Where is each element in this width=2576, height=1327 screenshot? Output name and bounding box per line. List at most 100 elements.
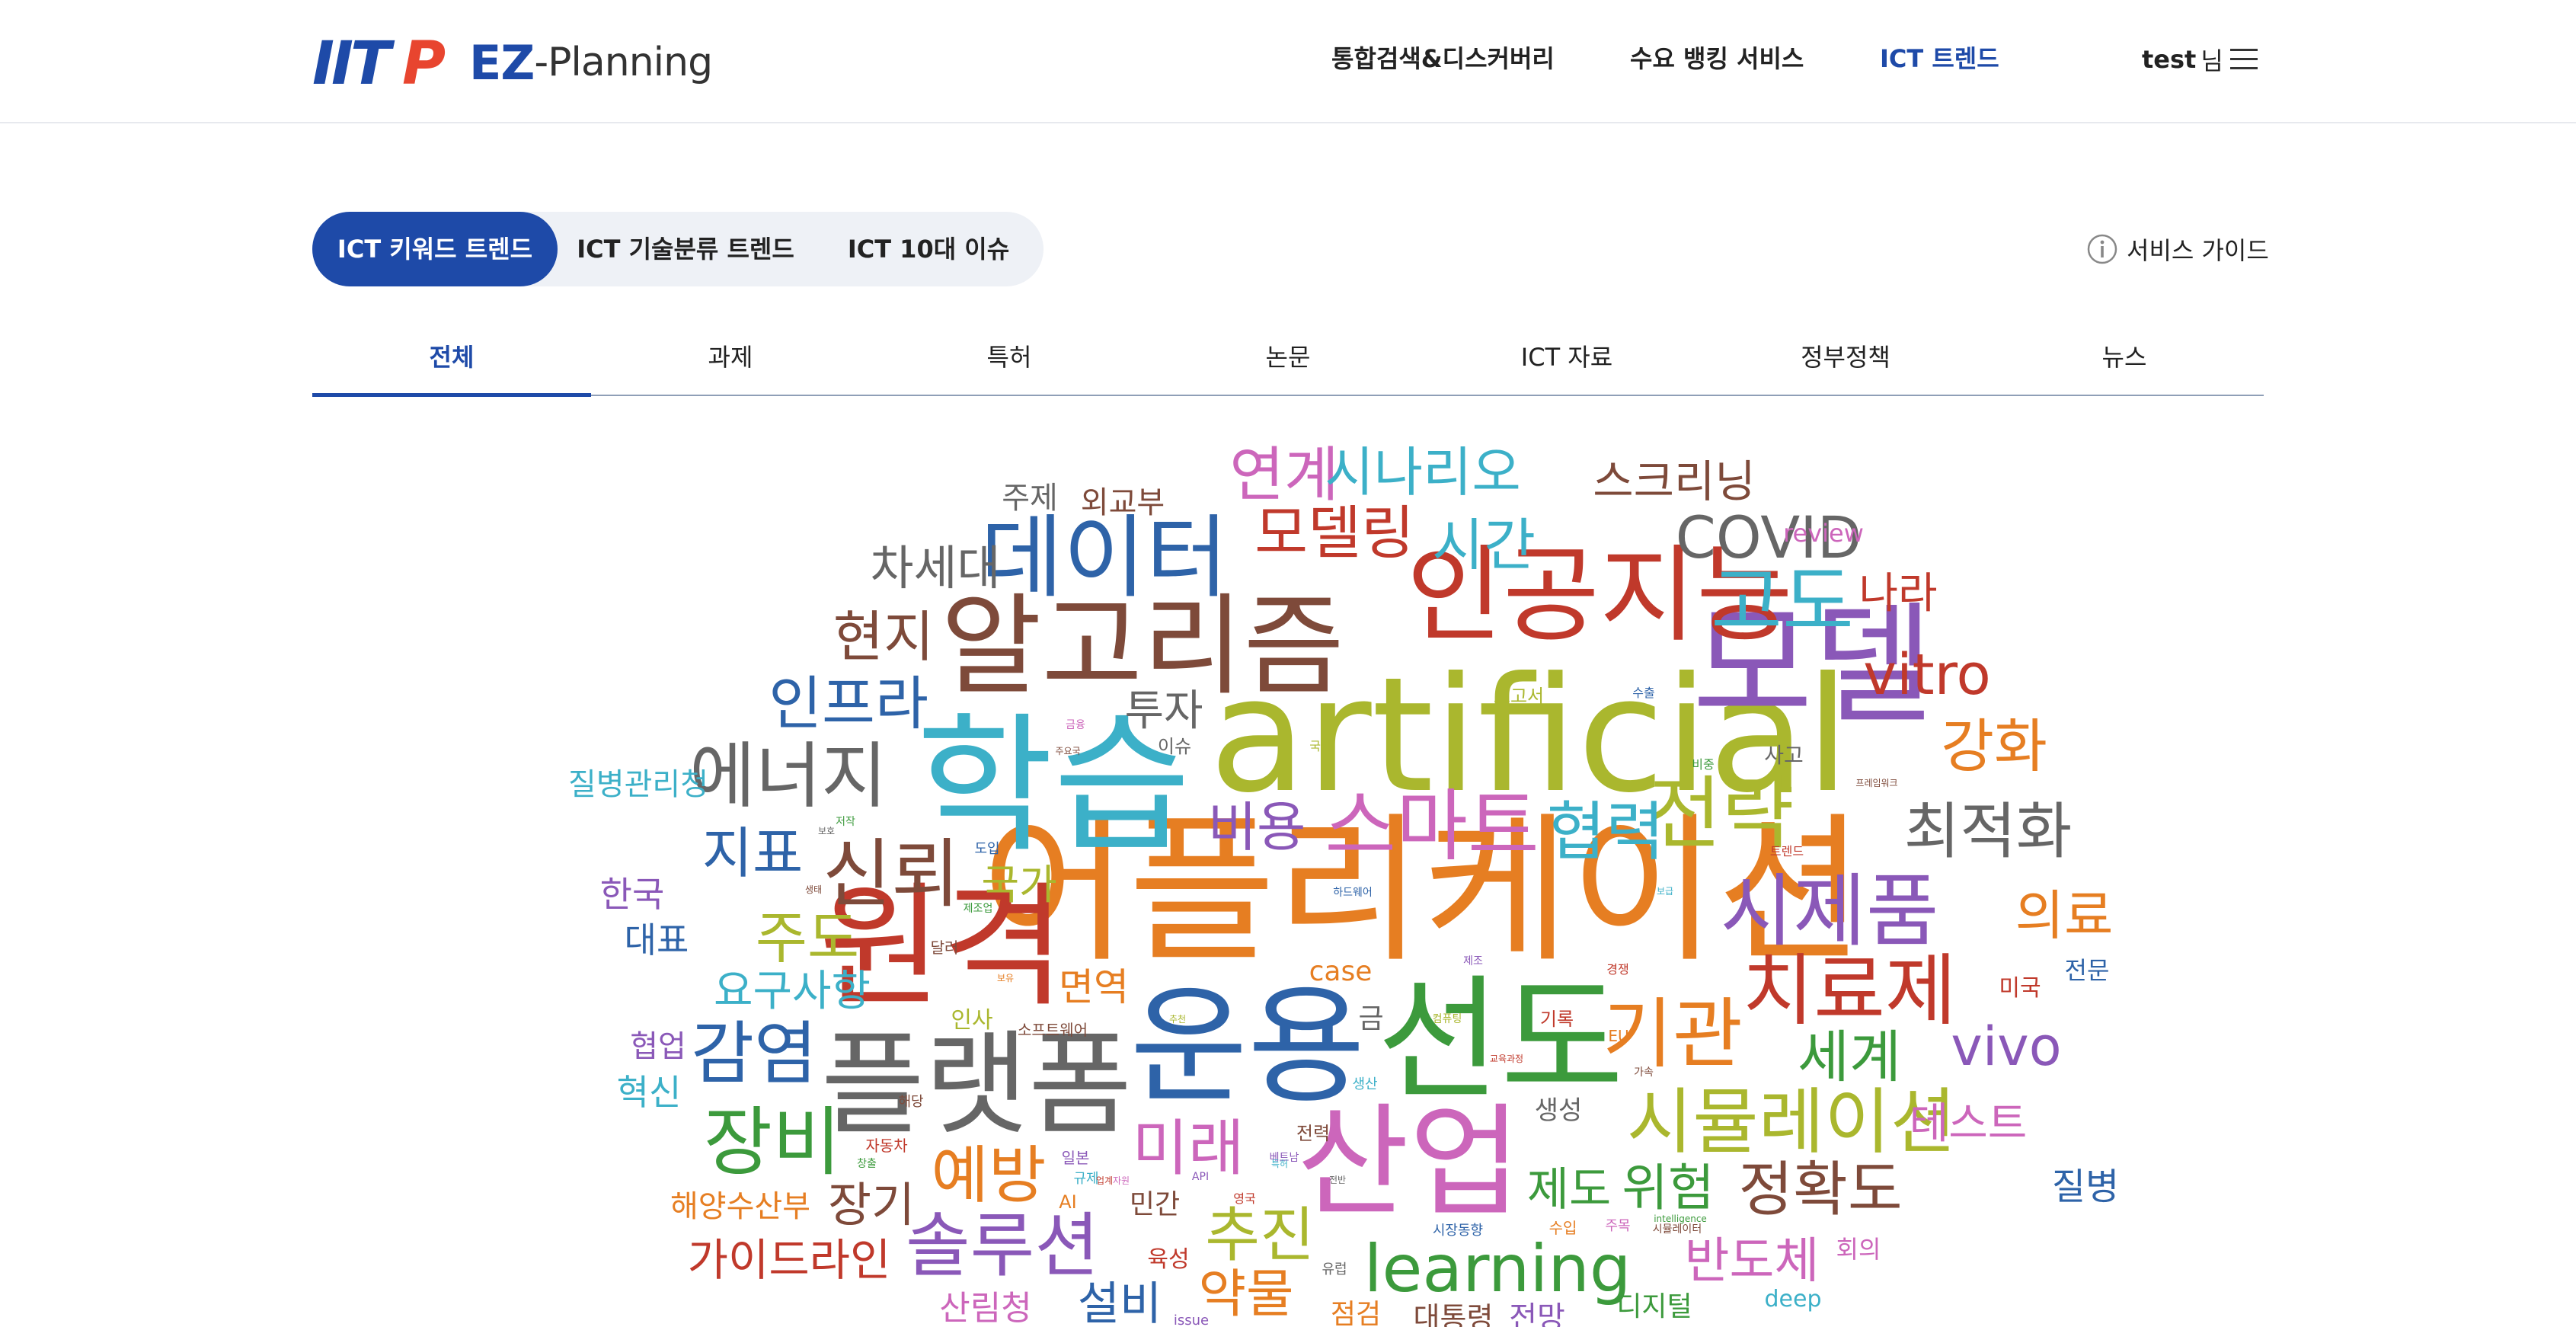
- tab-top10-issue[interactable]: ICT 10대 이슈: [813, 212, 1044, 286]
- keyword-word[interactable]: 고도: [1711, 564, 1854, 642]
- subtab-paper[interactable]: 논문: [1149, 328, 1427, 395]
- tab-tech-class-trend[interactable]: ICT 기술분류 트렌드: [558, 212, 813, 286]
- keyword-word[interactable]: 예방: [932, 1145, 1047, 1207]
- keyword-word[interactable]: 경쟁: [1606, 964, 1628, 976]
- nav-demand-banking[interactable]: 수요 뱅킹 서비스: [1630, 40, 1804, 79]
- keyword-word[interactable]: AI: [1059, 1193, 1077, 1211]
- keyword-word[interactable]: EU: [1608, 1028, 1628, 1044]
- keyword-word[interactable]: 감염: [691, 1020, 817, 1089]
- keyword-word[interactable]: 의료: [2015, 889, 2114, 942]
- keyword-word[interactable]: 차세대: [870, 545, 1000, 592]
- keyword-word[interactable]: 질병관리청: [568, 769, 708, 800]
- keyword-word[interactable]: 시제품: [1720, 871, 1938, 951]
- keyword-word[interactable]: 질병: [2052, 1169, 2119, 1205]
- keyword-word[interactable]: 업계: [1096, 1176, 1113, 1185]
- tab-keyword-trend[interactable]: ICT 키워드 트렌드: [312, 212, 558, 286]
- keyword-word[interactable]: deep: [1765, 1288, 1822, 1311]
- keyword-word[interactable]: 국가: [981, 865, 1056, 906]
- keyword-word[interactable]: 보고서: [1494, 687, 1544, 705]
- keyword-word[interactable]: 세계: [1798, 1029, 1901, 1086]
- keyword-word[interactable]: 달러: [931, 940, 959, 955]
- keyword-word[interactable]: 규제: [1073, 1172, 1098, 1186]
- keyword-word[interactable]: 투자: [1124, 690, 1203, 733]
- keyword-word[interactable]: 제조: [1463, 956, 1483, 967]
- keyword-word[interactable]: 비용: [1208, 801, 1306, 854]
- keyword-word[interactable]: 비중: [1692, 759, 1714, 771]
- keyword-word[interactable]: 생산: [1352, 1078, 1377, 1092]
- keyword-word[interactable]: 회의: [1836, 1237, 1881, 1261]
- keyword-word[interactable]: 장비: [704, 1105, 841, 1180]
- keyword-word[interactable]: 보급: [1657, 887, 1673, 896]
- keyword-word[interactable]: 면역: [1059, 968, 1129, 1006]
- keyword-word[interactable]: 한국: [600, 877, 665, 912]
- keyword-word[interactable]: 시뮬레이션: [1627, 1087, 1956, 1159]
- keyword-word[interactable]: 인사: [951, 1009, 992, 1032]
- keyword-word[interactable]: 테스트: [1910, 1103, 2028, 1146]
- keyword-word[interactable]: 혁신: [617, 1075, 682, 1110]
- keyword-word[interactable]: 스마트: [1325, 788, 1539, 866]
- nav-ict-trend[interactable]: ICT 트렌드: [1880, 40, 1999, 79]
- keyword-word[interactable]: 국제: [1309, 740, 1331, 753]
- keyword-word[interactable]: 외교부: [1081, 488, 1165, 518]
- keyword-word[interactable]: 협력: [1547, 800, 1665, 864]
- keyword-word[interactable]: vitro: [1863, 647, 1990, 703]
- keyword-word[interactable]: 전반: [1329, 1175, 1346, 1185]
- keyword-word[interactable]: 사고: [1764, 745, 1804, 766]
- keyword-word[interactable]: 금: [1358, 1006, 1383, 1033]
- keyword-word[interactable]: vivo: [1951, 1020, 2061, 1073]
- keyword-word[interactable]: API: [1192, 1172, 1209, 1182]
- keyword-word[interactable]: 주제: [1002, 483, 1058, 513]
- keyword-word[interactable]: 소프트웨어: [1018, 1022, 1088, 1038]
- keyword-word[interactable]: 솔루션: [906, 1211, 1099, 1281]
- subtab-ict-material[interactable]: ICT 자료: [1427, 328, 1706, 395]
- keyword-word[interactable]: 나라: [1858, 573, 1937, 616]
- keyword-word[interactable]: 대통령: [1414, 1303, 1494, 1327]
- keyword-word[interactable]: 산림청: [939, 1292, 1031, 1325]
- keyword-word[interactable]: 위험: [1622, 1163, 1714, 1213]
- keyword-word[interactable]: 신뢰: [823, 837, 960, 912]
- keyword-word[interactable]: 주목: [1605, 1220, 1630, 1233]
- keyword-word[interactable]: 추진: [1205, 1206, 1315, 1265]
- keyword-word[interactable]: 시장동향: [1433, 1224, 1483, 1238]
- keyword-word[interactable]: 시간: [1432, 517, 1536, 574]
- keyword-word[interactable]: 모델링: [1254, 504, 1414, 562]
- keyword-word[interactable]: 제도: [1527, 1167, 1611, 1213]
- keyword-word[interactable]: 창출: [857, 1159, 877, 1169]
- keyword-word[interactable]: learning: [1364, 1236, 1632, 1302]
- keyword-word[interactable]: 에너지: [689, 741, 887, 813]
- keyword-word[interactable]: 해양수산부: [670, 1191, 810, 1222]
- keyword-word[interactable]: 가이드라인: [688, 1238, 891, 1282]
- keyword-word[interactable]: 치료제: [1742, 953, 1957, 1031]
- keyword-word[interactable]: case: [1309, 958, 1373, 986]
- keyword-word[interactable]: 가속: [1634, 1067, 1654, 1078]
- keyword-word[interactable]: 특허: [1271, 1159, 1288, 1169]
- keyword-word[interactable]: review: [1783, 521, 1864, 545]
- keyword-word[interactable]: 장기: [828, 1182, 915, 1229]
- keyword-word[interactable]: 기록: [1540, 1010, 1574, 1028]
- keyword-word[interactable]: 연계: [1229, 446, 1339, 505]
- keyword-word[interactable]: 선도: [1377, 974, 1624, 1108]
- subtab-all[interactable]: 전체: [312, 328, 591, 397]
- keyword-word[interactable]: 추천: [1169, 1015, 1186, 1024]
- keyword-word[interactable]: 스크리닝: [1593, 459, 1755, 504]
- keyword-word[interactable]: 미국: [1999, 977, 2041, 1000]
- keyword-word[interactable]: issue: [1174, 1314, 1209, 1327]
- keyword-word[interactable]: 약물: [1198, 1269, 1293, 1321]
- keyword-word[interactable]: 수출: [1632, 687, 1654, 699]
- keyword-word[interactable]: 데이터: [980, 513, 1229, 603]
- keyword-word[interactable]: 주요국: [1055, 747, 1080, 756]
- keyword-word[interactable]: 현지: [833, 609, 934, 664]
- keyword-word[interactable]: 점검: [1331, 1301, 1381, 1327]
- keyword-word[interactable]: 저작: [836, 817, 855, 827]
- keyword-word[interactable]: 생태: [805, 885, 822, 894]
- keyword-word[interactable]: 미래: [1132, 1118, 1244, 1179]
- keyword-word[interactable]: 강화: [1941, 718, 2047, 775]
- keyword-word[interactable]: 이슈: [1158, 737, 1191, 756]
- keyword-word[interactable]: 설비: [1078, 1281, 1162, 1327]
- keyword-word[interactable]: 시나리오: [1325, 446, 1521, 499]
- keyword-word[interactable]: 플랫폼: [821, 1028, 1132, 1141]
- site-logo[interactable]: IIT P EZ -Planning: [312, 32, 713, 93]
- keyword-word[interactable]: 해당: [898, 1095, 923, 1109]
- keyword-word[interactable]: 제조업: [964, 903, 993, 914]
- keyword-word[interactable]: 육성: [1147, 1249, 1189, 1271]
